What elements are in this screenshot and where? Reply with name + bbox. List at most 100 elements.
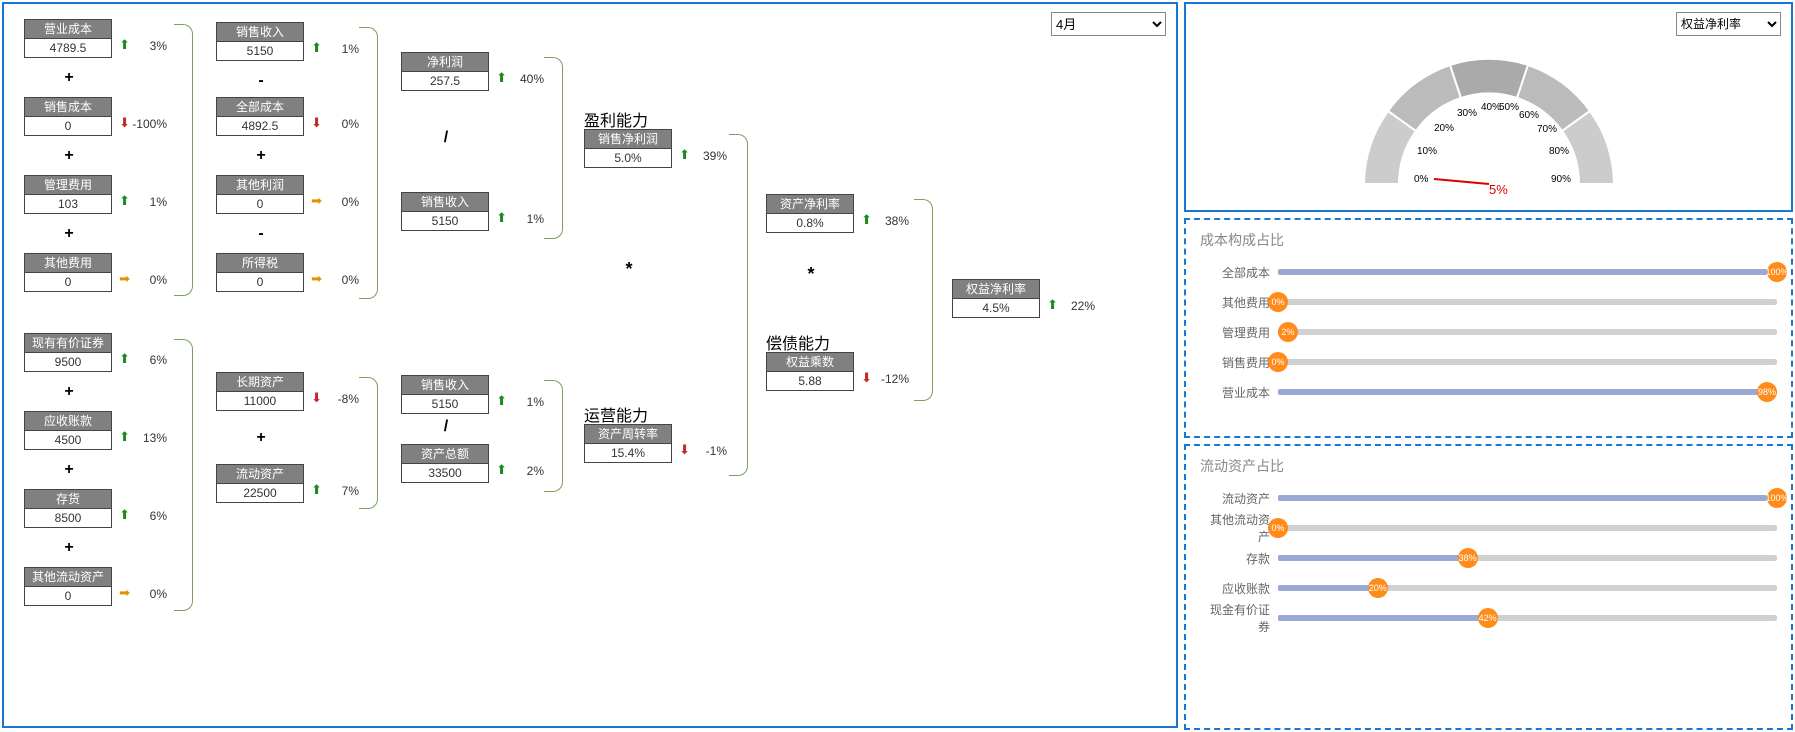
gauge-value: 5%	[1489, 182, 1508, 197]
node-receivables: 应收账款4500⬆13%	[24, 411, 112, 450]
cost-bar-panel: 成本构成占比 全部成本100%其他费用0%管理费用2%销售费用0%营业成本98%	[1184, 218, 1793, 438]
node-securities: 现有有价证券9500⬆6%	[24, 333, 112, 372]
bar-value-dot: 0%	[1268, 292, 1288, 312]
minus-op: -	[251, 72, 271, 90]
bar-label: 流动资产	[1200, 490, 1278, 507]
asset-bar-panel: 流动资产占比 流动资产100%其他流动资产0%存款38%应收账款20%现金有价证…	[1184, 444, 1793, 730]
arrow-up-icon: ⬆	[496, 393, 507, 409]
bar-track: 98%	[1278, 389, 1777, 395]
div-op: /	[436, 418, 456, 436]
arrow-up-icon: ⬆	[679, 147, 690, 163]
arrow-up-icon: ⬆	[496, 210, 507, 226]
plus-op: +	[59, 539, 79, 557]
bar-row: 全部成本100%	[1200, 260, 1777, 284]
chart-title: 成本构成占比	[1200, 230, 1777, 250]
bar-track: 2%	[1278, 329, 1777, 335]
bar-label: 应收账款	[1200, 580, 1278, 597]
bar-track: 38%	[1278, 555, 1777, 561]
node-inventory: 存货8500⬆6%	[24, 489, 112, 528]
chart-title: 流动资产占比	[1200, 456, 1777, 476]
bar-track: 42%	[1278, 615, 1777, 621]
node-sales-rev-3: 销售收入5150⬆1%	[401, 375, 489, 414]
bar-value-dot: 2%	[1278, 322, 1298, 342]
arrow-up-icon: ⬆	[496, 462, 507, 478]
arrow-right-icon: ➡	[311, 271, 322, 287]
month-select[interactable]: 4月	[1051, 12, 1166, 36]
node-sales-revenue: 销售收入5150⬆1%	[216, 22, 304, 61]
node-total-asset: 资产总额33500⬆2%	[401, 444, 489, 483]
node-mgmt-expense: 管理费用103⬆1%	[24, 175, 112, 214]
bar-track: 0%	[1278, 299, 1777, 305]
arrow-down-icon: ⬇	[861, 370, 872, 386]
caption-profit: 盈利能力	[584, 107, 648, 131]
node-total-cost: 全部成本4892.5⬇0%	[216, 97, 304, 136]
bar-value-dot: 0%	[1268, 518, 1288, 538]
bar-row: 现金有价证券42%	[1200, 606, 1777, 630]
svg-text:0%: 0%	[1414, 174, 1429, 185]
node-roa: 资产净利率0.8%⬆38%	[766, 194, 854, 233]
gauge-needle	[1434, 179, 1489, 184]
arrow-up-icon: ⬆	[311, 40, 322, 56]
mult-op: *	[619, 259, 639, 280]
plus-op: +	[59, 69, 79, 87]
arrow-down-icon: ⬇	[311, 115, 322, 131]
plus-op: +	[59, 225, 79, 243]
arrow-up-icon: ⬆	[119, 429, 130, 445]
minus-op: -	[251, 225, 271, 243]
bar-track: 20%	[1278, 585, 1777, 591]
node-current-asset: 流动资产22500⬆7%	[216, 464, 304, 503]
bar-row: 营业成本98%	[1200, 380, 1777, 404]
brace-icon	[359, 377, 378, 509]
node-longterm-asset: 长期资产11000⬇-8%	[216, 372, 304, 411]
bar-label: 营业成本	[1200, 384, 1278, 401]
dupont-tree-panel: 4月 营业成本4789.5⬆3% + 销售成本0⬇-100% + 管理费用103…	[2, 2, 1178, 728]
bar-row: 应收账款20%	[1200, 576, 1777, 600]
bar-label: 存款	[1200, 550, 1278, 567]
node-operating-cost: 营业成本4789.5⬆3%	[24, 19, 112, 58]
svg-text:20%: 20%	[1434, 123, 1454, 134]
arrow-right-icon: ➡	[119, 271, 130, 287]
brace-icon	[359, 27, 378, 299]
node-asset-turnover: 资产周转率15.4%⬇-1%	[584, 424, 672, 463]
bar-value-dot: 0%	[1268, 352, 1288, 372]
bar-value-dot: 20%	[1368, 578, 1388, 598]
arrow-up-icon: ⬆	[1047, 297, 1058, 313]
bar-label: 现金有价证券	[1200, 601, 1278, 635]
bar-track: 100%	[1278, 269, 1777, 275]
bar-value-dot: 98%	[1757, 382, 1777, 402]
bar-label: 其他费用	[1200, 294, 1278, 311]
bar-label: 管理费用	[1200, 324, 1278, 341]
bar-value-dot: 100%	[1767, 488, 1787, 508]
arrow-up-icon: ⬆	[119, 351, 130, 367]
brace-icon	[174, 24, 193, 296]
brace-icon	[914, 199, 933, 401]
gauge-chart: 0% 10% 20% 30% 40% 50% 60% 70% 80% 90% 5…	[1339, 39, 1639, 199]
svg-text:90%: 90%	[1551, 174, 1571, 185]
svg-text:60%: 60%	[1519, 110, 1539, 121]
bar-track: 0%	[1278, 359, 1777, 365]
node-roe: 权益净利率4.5%⬆22%	[952, 279, 1040, 318]
brace-icon	[729, 134, 748, 476]
arrow-up-icon: ⬆	[119, 193, 130, 209]
arrow-down-icon: ⬇	[679, 442, 690, 458]
bar-track: 0%	[1278, 525, 1777, 531]
svg-text:10%: 10%	[1417, 146, 1437, 157]
mult-op: *	[801, 264, 821, 285]
plus-op: +	[251, 147, 271, 165]
svg-text:50%: 50%	[1499, 102, 1519, 113]
plus-op: +	[59, 383, 79, 401]
node-equity-mult: 权益乘数5.88⬇-12%	[766, 352, 854, 391]
node-sales-rev-2: 销售收入5150⬆1%	[401, 192, 489, 231]
arrow-up-icon: ⬆	[119, 37, 130, 53]
node-income-tax: 所得税0➡0%	[216, 253, 304, 292]
arrow-up-icon: ⬆	[496, 70, 507, 86]
arrow-up-icon: ⬆	[861, 212, 872, 228]
bar-row: 管理费用2%	[1200, 320, 1777, 344]
caption-debt: 偿债能力	[766, 330, 830, 354]
node-sales-cost: 销售成本0⬇-100%	[24, 97, 112, 136]
bar-value-dot: 38%	[1458, 548, 1478, 568]
arrow-down-icon: ⬇	[119, 115, 130, 131]
plus-op: +	[59, 461, 79, 479]
indicator-select[interactable]: 权益净利率	[1676, 12, 1781, 36]
bar-value-dot: 42%	[1478, 608, 1498, 628]
